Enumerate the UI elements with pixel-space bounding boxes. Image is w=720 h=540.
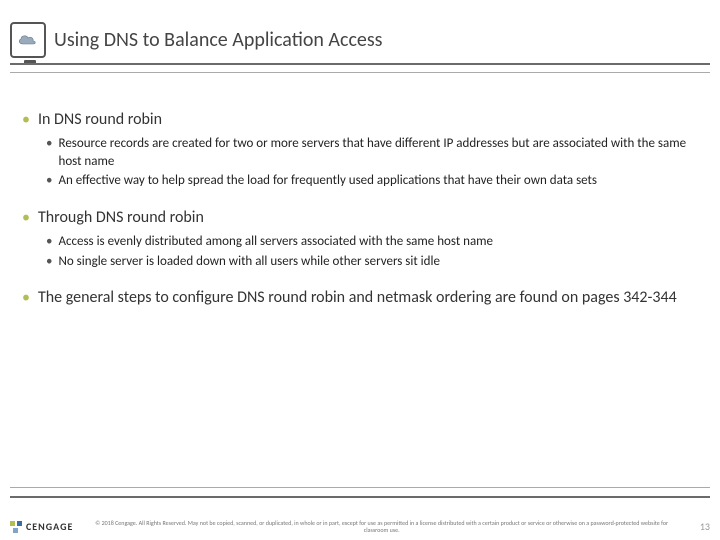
brand-logo: CENGAGE xyxy=(10,520,73,533)
bullet-l2: Access is evenly distributed among all s… xyxy=(46,233,698,251)
bullet-l2: No single server is loaded down with all… xyxy=(46,253,698,271)
copyright-text: © 2018 Cengage. All Rights Reserved. May… xyxy=(73,520,690,534)
divider-bottom-thick xyxy=(10,496,710,498)
bullet-text: Through DNS round robin xyxy=(38,208,204,227)
page-number: 13 xyxy=(690,520,710,533)
bullet-group: The general steps to configure DNS round… xyxy=(22,288,698,307)
bullet-l2: Resource records are created for two or … xyxy=(46,135,698,170)
brand-name: CENGAGE xyxy=(26,520,73,533)
brand-mark-icon xyxy=(10,521,22,533)
bullet-text: Resource records are created for two or … xyxy=(58,135,698,170)
bullet-group: Through DNS round robin Access is evenly… xyxy=(22,208,698,270)
divider-top-thick xyxy=(10,63,710,65)
bullet-text: An effective way to help spread the load… xyxy=(58,172,597,190)
bullet-text: In DNS round robin xyxy=(38,110,162,129)
bullet-text: No single server is loaded down with all… xyxy=(58,253,439,271)
bullet-text: Access is evenly distributed among all s… xyxy=(58,233,493,251)
bullet-text: The general steps to configure DNS round… xyxy=(38,288,677,307)
bullet-l2: An effective way to help spread the load… xyxy=(46,172,698,190)
body-content: In DNS round robin Resource records are … xyxy=(22,110,698,325)
cloud-monitor-icon xyxy=(10,22,46,58)
cloud-icon xyxy=(16,32,40,48)
bullet-l1: Through DNS round robin xyxy=(22,208,698,227)
divider-top-thin xyxy=(10,72,710,73)
title-area: Using DNS to Balance Application Access xyxy=(10,22,710,58)
slide-title: Using DNS to Balance Application Access xyxy=(54,28,383,52)
bullet-l1: In DNS round robin xyxy=(22,110,698,129)
bullet-l1: The general steps to configure DNS round… xyxy=(22,288,698,307)
divider-bottom-thin xyxy=(10,487,710,488)
bullet-group: In DNS round robin Resource records are … xyxy=(22,110,698,190)
footer: CENGAGE © 2018 Cengage. All Rights Reser… xyxy=(0,520,720,534)
slide: Using DNS to Balance Application Access … xyxy=(0,0,720,540)
